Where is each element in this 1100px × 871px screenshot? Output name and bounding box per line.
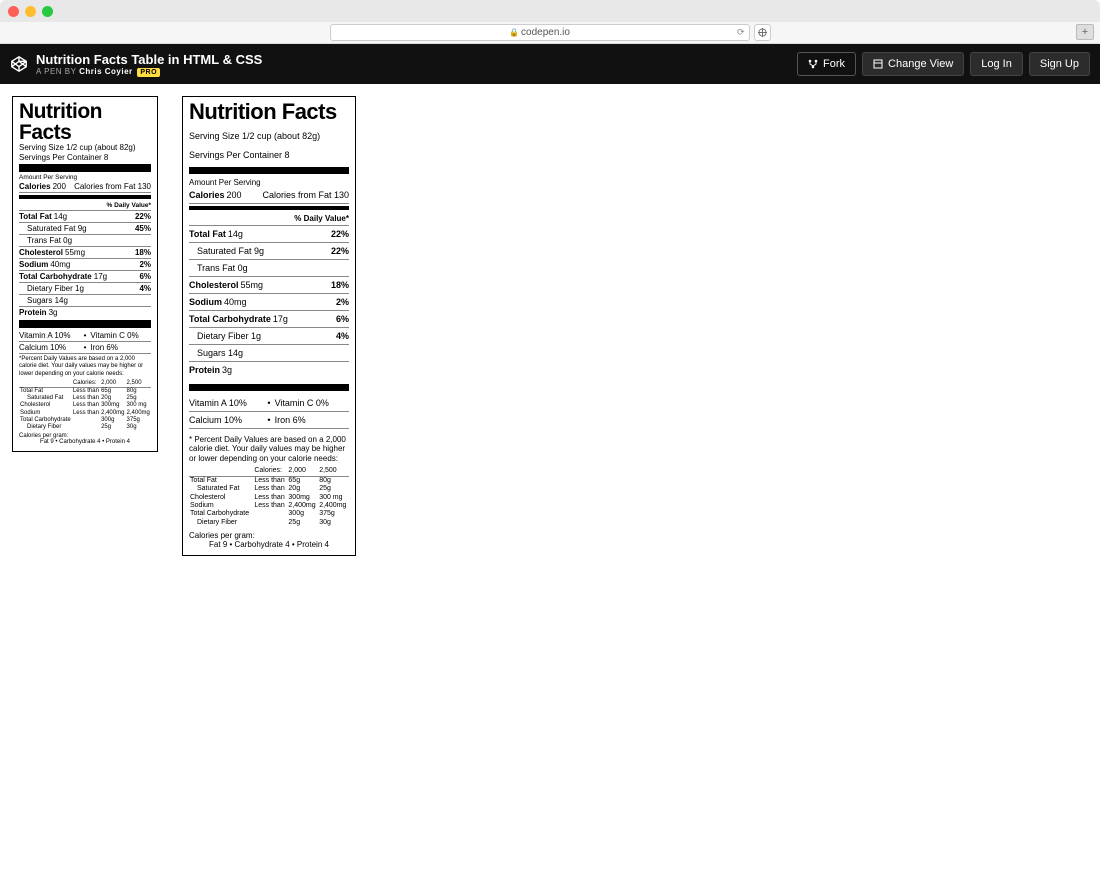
footnote: *Percent Daily Values are based on a 2,0… xyxy=(19,356,151,378)
nutrient-row: Total Carbohydrate 17g6% xyxy=(19,271,151,283)
table-row: Dietary Fiber25g30g xyxy=(19,424,151,431)
vitamin-row: Vitamin A 10%•Vitamin C 0% xyxy=(189,395,349,412)
zoom-window-button[interactable] xyxy=(42,6,53,17)
minimize-window-button[interactable] xyxy=(25,6,36,17)
calories-per-gram: Fat 9 • Carbohydrate 4 • Protein 4 xyxy=(19,439,151,445)
nutrient-row: Total Fat 14g22% xyxy=(19,211,151,223)
nutrient-row: Total Fat 14g22% xyxy=(189,226,349,243)
table-row: SodiumLess than2,400mg2,400mg xyxy=(189,502,349,510)
codepen-header: Nutrition Facts Table in HTML & CSS A PE… xyxy=(0,44,1100,84)
sign-up-button[interactable]: Sign Up xyxy=(1029,52,1090,76)
table-row: Dietary Fiber25g30g xyxy=(189,519,349,527)
fork-icon xyxy=(808,59,818,69)
nutrient-row: Protein 3g xyxy=(19,307,151,318)
nutrient-row: Trans Fat 0g xyxy=(189,260,349,277)
nutrition-label-1: Nutrition FactsServing Size 1/2 cup (abo… xyxy=(12,96,158,452)
fork-button[interactable]: Fork xyxy=(797,52,856,76)
author-link[interactable]: Chris Coyier xyxy=(79,67,133,76)
browser-toolbar: 🔒 codepen.io ⟳ + xyxy=(0,22,1100,44)
nutrient-row: Sugars 14g xyxy=(189,345,349,362)
nutrient-row: Trans Fat 0g xyxy=(19,235,151,247)
nutrient-row: Protein 3g xyxy=(189,362,349,378)
pen-output: Nutrition FactsServing Size 1/2 cup (abo… xyxy=(0,84,1100,871)
table-row: CholesterolLess than300mg300 mg xyxy=(189,494,349,502)
nutrient-row: Saturated Fat 9g22% xyxy=(189,243,349,260)
nutrient-row: Total Carbohydrate 17g6% xyxy=(189,311,349,328)
codepen-logo-icon xyxy=(10,55,28,73)
calories-per-gram: Fat 9 • Carbohydrate 4 • Protein 4 xyxy=(189,540,349,549)
dv-header: % Daily Value* xyxy=(189,212,349,226)
reference-table: Calories:2,0002,500Total FatLess than65g… xyxy=(19,380,151,431)
url-field[interactable]: 🔒 codepen.io ⟳ xyxy=(330,24,750,41)
divider-medium xyxy=(19,195,151,199)
amount-per-serving: Amount Per Serving xyxy=(189,178,349,187)
url-text: codepen.io xyxy=(521,27,570,38)
log-in-button[interactable]: Log In xyxy=(970,52,1023,76)
divider-thick xyxy=(19,164,151,172)
nutrient-row: Sodium 40mg2% xyxy=(189,294,349,311)
pen-title: Nutrition Facts Table in HTML & CSS xyxy=(36,52,262,67)
amount-per-serving: Amount Per Serving xyxy=(19,174,151,181)
table-row: Total Carbohydrate300g375g xyxy=(19,417,151,424)
divider-thick xyxy=(19,320,151,328)
reference-table: Calories:2,0002,500Total FatLess than65g… xyxy=(189,467,349,527)
dv-header: % Daily Value* xyxy=(19,201,151,211)
pen-byline: A PEN BY Chris Coyier PRO xyxy=(36,67,262,76)
view-icon xyxy=(873,59,883,69)
nutrient-row: Saturated Fat 9g45% xyxy=(19,223,151,235)
calories-row: Calories 200Calories from Fat 130 xyxy=(189,187,349,204)
nutrient-row: Cholesterol 55mg18% xyxy=(189,277,349,294)
divider-thick xyxy=(189,384,349,391)
servings-per-container: Servings Per Container 8 xyxy=(19,153,151,163)
new-tab-button[interactable]: + xyxy=(1076,24,1094,40)
nutrient-row: Dietary Fiber 1g4% xyxy=(189,328,349,345)
nf-title: Nutrition Facts xyxy=(19,101,151,143)
vitamin-row: Calcium 10%•Iron 6% xyxy=(19,342,151,354)
vitamin-row: Calcium 10%•Iron 6% xyxy=(189,412,349,429)
footnote: * Percent Daily Values are based on a 2,… xyxy=(189,435,349,464)
table-row: Total Carbohydrate300g375g xyxy=(189,510,349,518)
table-row: SodiumLess than2,400mg2,400mg xyxy=(19,410,151,417)
reload-icon[interactable]: ⟳ xyxy=(737,27,745,38)
table-row: Total FatLess than65g80g xyxy=(189,476,349,485)
table-row: Saturated FatLess than20g25g xyxy=(19,395,151,402)
divider-medium xyxy=(189,206,349,210)
nutrition-label-2: Nutrition Facts Serving Size 1/2 cup (abo… xyxy=(182,96,356,556)
table-row: Total FatLess than65g80g xyxy=(19,387,151,395)
nutrient-row: Sugars 14g xyxy=(19,295,151,307)
servings-per-container: Servings Per Container 8 xyxy=(189,150,349,161)
nf-title: Nutrition Facts xyxy=(189,101,349,123)
vitamin-row: Vitamin A 10%•Vitamin C 0% xyxy=(19,330,151,342)
close-window-button[interactable] xyxy=(8,6,19,17)
change-view-button[interactable]: Change View xyxy=(862,52,964,76)
calories-row: Calories 200Calories from Fat 130 xyxy=(19,181,151,193)
nutrient-row: Sodium 40mg2% xyxy=(19,259,151,271)
divider-thick xyxy=(189,167,349,174)
lock-icon: 🔒 xyxy=(509,28,519,37)
serving-size: Serving Size 1/2 cup (about 82g) xyxy=(19,143,151,153)
nutrient-row: Cholesterol 55mg18% xyxy=(19,247,151,259)
calories-per-gram-label: Calories per gram: xyxy=(189,531,349,540)
serving-size: Serving Size 1/2 cup (about 82g) xyxy=(189,131,349,142)
table-row: Saturated FatLess than20g25g xyxy=(189,485,349,493)
window-titlebar xyxy=(0,0,1100,22)
nutrient-row: Dietary Fiber 1g4% xyxy=(19,283,151,295)
pro-badge: PRO xyxy=(137,68,160,77)
reader-button[interactable] xyxy=(754,24,771,41)
table-row: CholesterolLess than300mg300 mg xyxy=(19,402,151,409)
